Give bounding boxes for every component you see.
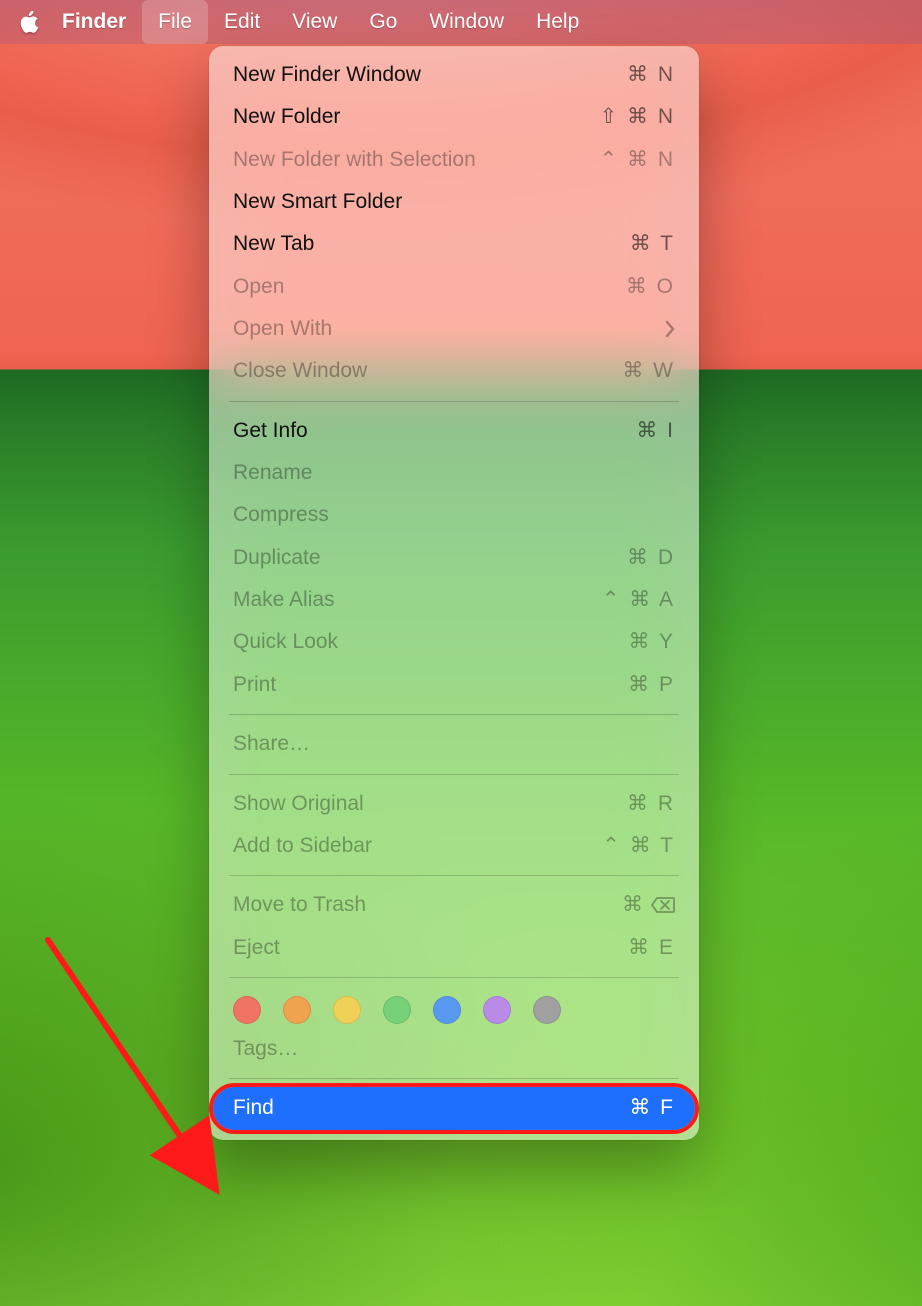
annotation-highlight-ring <box>209 1083 699 1133</box>
menu-separator <box>229 1078 679 1079</box>
menu-eject: Eject ⌘ E <box>209 927 699 969</box>
menu-open: Open ⌘ O <box>209 266 699 308</box>
apple-logo-icon <box>18 11 40 33</box>
chevron-right-icon <box>665 321 675 337</box>
menu-show-original: Show Original ⌘ R <box>209 783 699 825</box>
menubar-item-window[interactable]: Window <box>413 0 520 44</box>
tag-color-orange[interactable] <box>283 996 311 1024</box>
menubar-item-go[interactable]: Go <box>353 0 413 44</box>
menu-add-to-sidebar: Add to Sidebar ⌃ ⌘ T <box>209 825 699 867</box>
apple-menu[interactable] <box>12 11 46 33</box>
menu-make-alias: Make Alias ⌃ ⌘ A <box>209 579 699 621</box>
tag-color-purple[interactable] <box>483 996 511 1024</box>
menu-separator <box>229 714 679 715</box>
tag-color-blue[interactable] <box>433 996 461 1024</box>
menubar-item-view[interactable]: View <box>276 0 353 44</box>
menu-open-with: Open With <box>209 308 699 350</box>
menu-get-info[interactable]: Get Info ⌘ I <box>209 410 699 452</box>
menubar-item-edit[interactable]: Edit <box>208 0 276 44</box>
file-menu-dropdown: New Finder Window ⌘ N New Folder ⇧ ⌘ N N… <box>209 46 699 1140</box>
menubar: Finder File Edit View Go Window Help <box>0 0 922 44</box>
menu-new-finder-window[interactable]: New Finder Window ⌘ N <box>209 54 699 96</box>
menu-find[interactable]: Find ⌘ F <box>213 1087 695 1129</box>
menu-new-smart-folder[interactable]: New Smart Folder <box>209 181 699 223</box>
menubar-item-help[interactable]: Help <box>520 0 595 44</box>
menu-share: Share… <box>209 723 699 765</box>
menu-separator <box>229 875 679 876</box>
menu-print: Print ⌘ P <box>209 664 699 706</box>
delete-backward-icon <box>651 897 675 913</box>
menu-quick-look: Quick Look ⌘ Y <box>209 621 699 663</box>
menu-duplicate: Duplicate ⌘ D <box>209 537 699 579</box>
menu-tags: Tags… <box>209 1028 699 1070</box>
menu-separator <box>229 401 679 402</box>
menu-new-folder-with-selection: New Folder with Selection ⌃ ⌘ N <box>209 139 699 181</box>
desktop: Finder File Edit View Go Window Help New… <box>0 0 922 1306</box>
menu-rename: Rename <box>209 452 699 494</box>
menu-separator <box>229 774 679 775</box>
tag-color-green[interactable] <box>383 996 411 1024</box>
menu-compress: Compress <box>209 494 699 536</box>
menu-new-folder[interactable]: New Folder ⇧ ⌘ N <box>209 96 699 138</box>
tag-color-yellow[interactable] <box>333 996 361 1024</box>
menubar-app-name[interactable]: Finder <box>46 0 142 44</box>
menubar-item-file[interactable]: File <box>142 0 208 44</box>
menu-move-to-trash: Move to Trash ⌘ <box>209 884 699 926</box>
menu-separator <box>229 977 679 978</box>
tag-color-gray[interactable] <box>533 996 561 1024</box>
menu-close-window: Close Window ⌘ W <box>209 350 699 392</box>
menu-new-tab[interactable]: New Tab ⌘ T <box>209 223 699 265</box>
tag-color-red[interactable] <box>233 996 261 1024</box>
tag-color-row <box>209 986 699 1028</box>
